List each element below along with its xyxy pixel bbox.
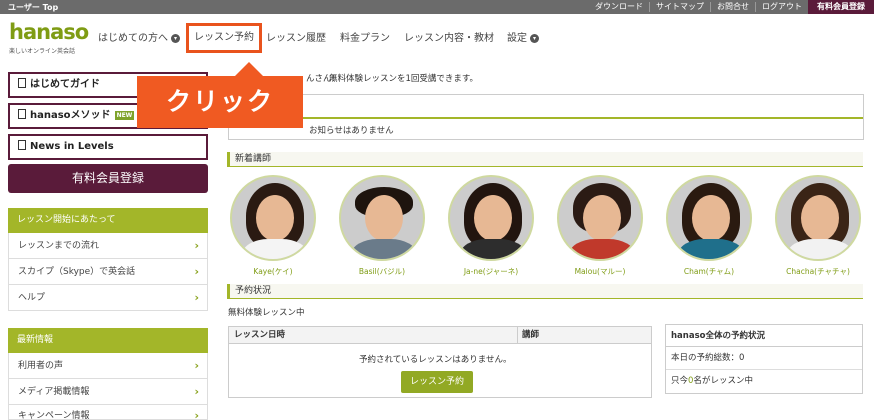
news-in-levels-button[interactable]: News in Levels bbox=[8, 134, 208, 160]
top-bar: ユーザー Top ダウンロード サイトマップ お問合せ ログアウト 有料会員登録 bbox=[0, 0, 874, 14]
teacher-card[interactable]: Malou(マルー) bbox=[555, 175, 645, 277]
teacher-card[interactable]: Ja-ne(ジャーネ) bbox=[446, 175, 536, 277]
col-teacher: 講師 bbox=[517, 327, 539, 344]
lesson-booking-button[interactable]: レッスン予約 bbox=[401, 371, 473, 393]
beginner-guide-label: はじめてガイド bbox=[30, 79, 100, 90]
sidebar-item-skype[interactable]: スカイプ（Skype）で英会話 › bbox=[8, 259, 208, 285]
teacher-name: Malou(マルー) bbox=[574, 267, 626, 276]
sidebar-item-media[interactable]: メディア掲載情報 › bbox=[8, 379, 208, 405]
teacher-photo bbox=[339, 175, 425, 261]
chevron-right-icon: › bbox=[194, 239, 199, 252]
sidebar-item-label: 利用者の声 bbox=[18, 361, 64, 371]
top-links: ダウンロード サイトマップ お問合せ ログアウト 有料会員登録 bbox=[589, 0, 874, 14]
document-icon bbox=[18, 140, 26, 150]
trial-notice-text: 無料体験レッスンを1回受講できます。 bbox=[329, 74, 479, 84]
chevron-down-icon: ▾ bbox=[171, 33, 180, 43]
nav-settings[interactable]: 設定 ▾ bbox=[507, 24, 539, 54]
sidebar-section-news: 最新情報 bbox=[8, 328, 208, 353]
chevron-right-icon: › bbox=[194, 409, 199, 420]
nav-settings-label: 設定 bbox=[507, 33, 527, 44]
new-badge: NEW bbox=[114, 110, 135, 120]
teacher-photo bbox=[448, 175, 534, 261]
download-link[interactable]: ダウンロード bbox=[589, 2, 649, 12]
nav-lesson-materials[interactable]: レッスン内容・教材 bbox=[404, 24, 494, 54]
notice-empty-text: お知らせはありません bbox=[309, 126, 394, 136]
booking-table-header: レッスン日時 講師 bbox=[228, 326, 652, 344]
nav-lesson-history[interactable]: レッスン履歴 bbox=[266, 24, 326, 54]
nav-pricing-label: 料金プラン bbox=[340, 33, 390, 44]
chevron-right-icon: › bbox=[194, 359, 199, 372]
nav-pricing[interactable]: 料金プラン bbox=[340, 24, 390, 54]
sidebar-item-label: ヘルプ bbox=[18, 293, 46, 303]
col-lesson-date: レッスン日時 bbox=[234, 330, 286, 340]
no-bookings-text: 予約されているレッスンはありません。 bbox=[359, 355, 512, 365]
sidebar-register-button[interactable]: 有料会員登録 bbox=[8, 164, 208, 193]
sidebar-item-label: メディア掲載情報 bbox=[18, 387, 90, 397]
nav-lesson-history-label: レッスン履歴 bbox=[266, 33, 326, 44]
notice-box: お知らせはありません bbox=[228, 94, 864, 140]
booking-status-heading: 予約状況 bbox=[227, 284, 863, 299]
teacher-name: Cham(チャム) bbox=[683, 267, 735, 276]
overall-status-box: hanaso全体の予約状況 本日の予約総数：0 只今0名がレッスン中 bbox=[665, 324, 863, 394]
teacher-card[interactable]: Basil(バジル) bbox=[337, 175, 427, 277]
nav-beginners[interactable]: はじめての方へ ▾ bbox=[98, 24, 180, 54]
hanaso-logo[interactable]: hanaso 楽しいオンライン英会話 bbox=[9, 20, 89, 58]
teacher-card[interactable]: Cham(チャム) bbox=[664, 175, 754, 277]
sidebar-section-lesson-start: レッスン開始にあたって bbox=[8, 208, 208, 233]
document-icon bbox=[18, 109, 26, 119]
sidebar-item-help[interactable]: ヘルプ › bbox=[8, 285, 208, 311]
notice-divider bbox=[229, 117, 863, 119]
logo-tagline: 楽しいオンライン英会話 bbox=[9, 48, 76, 55]
sidebar-item-lesson-flow[interactable]: レッスンまでの流れ › bbox=[8, 233, 208, 259]
document-icon bbox=[18, 78, 26, 88]
chevron-right-icon: › bbox=[194, 385, 199, 398]
logo-word: hanaso bbox=[9, 20, 89, 44]
teacher-photo bbox=[666, 175, 752, 261]
teacher-name: Chacha(チャチャ) bbox=[786, 267, 850, 276]
nav-lesson-booking[interactable]: レッスン予約 bbox=[186, 23, 262, 53]
top-register-button[interactable]: 有料会員登録 bbox=[808, 0, 874, 14]
chevron-right-icon: › bbox=[194, 291, 199, 304]
overall-status-title: hanaso全体の予約状況 bbox=[666, 325, 862, 347]
teacher-card[interactable]: Kaye(ケイ) bbox=[228, 175, 318, 277]
new-teachers-heading: 新着講師 bbox=[227, 152, 863, 167]
user-top-label: ユーザー Top bbox=[8, 3, 59, 12]
nav-beginners-label: はじめての方へ bbox=[98, 33, 168, 44]
sidebar-item-label: スカイプ（Skype）で英会話 bbox=[18, 267, 136, 277]
click-callout: クリック bbox=[137, 62, 303, 128]
teacher-photo bbox=[557, 175, 643, 261]
sidebar-item-testimonials[interactable]: 利用者の声 › bbox=[8, 353, 208, 379]
teacher-name: Kaye(ケイ) bbox=[253, 267, 293, 276]
today-bookings: 本日の予約総数：0 bbox=[666, 347, 862, 370]
nav-lesson-materials-label: レッスン内容・教材 bbox=[404, 33, 494, 44]
trial-status-text: 無料体験レッスン中 bbox=[228, 308, 305, 318]
logout-link[interactable]: ログアウト bbox=[755, 2, 808, 12]
sidebar-item-label: レッスンまでの流れ bbox=[18, 241, 100, 251]
teacher-photo bbox=[230, 175, 316, 261]
sidebar-item-campaign[interactable]: キャンペーン情報 › bbox=[8, 405, 208, 420]
teacher-photo bbox=[775, 175, 861, 261]
chevron-right-icon: › bbox=[194, 265, 199, 278]
teacher-card[interactable]: Chacha(チャチャ) bbox=[773, 175, 863, 277]
hanaso-method-label: hanasoメソッド bbox=[30, 110, 111, 121]
teacher-name: Basil(バジル) bbox=[358, 267, 406, 276]
nav-lesson-booking-label: レッスン予約 bbox=[194, 32, 254, 43]
sitemap-link[interactable]: サイトマップ bbox=[649, 2, 710, 12]
contact-link[interactable]: お問合せ bbox=[710, 2, 755, 12]
in-lesson-now: 只今0名がレッスン中 bbox=[671, 376, 753, 386]
chevron-down-icon: ▾ bbox=[530, 33, 539, 43]
news-in-levels-label: News in Levels bbox=[30, 141, 114, 152]
teacher-name: Ja-ne(ジャーネ) bbox=[463, 267, 519, 276]
sidebar-item-label: キャンペーン情報 bbox=[18, 411, 90, 420]
